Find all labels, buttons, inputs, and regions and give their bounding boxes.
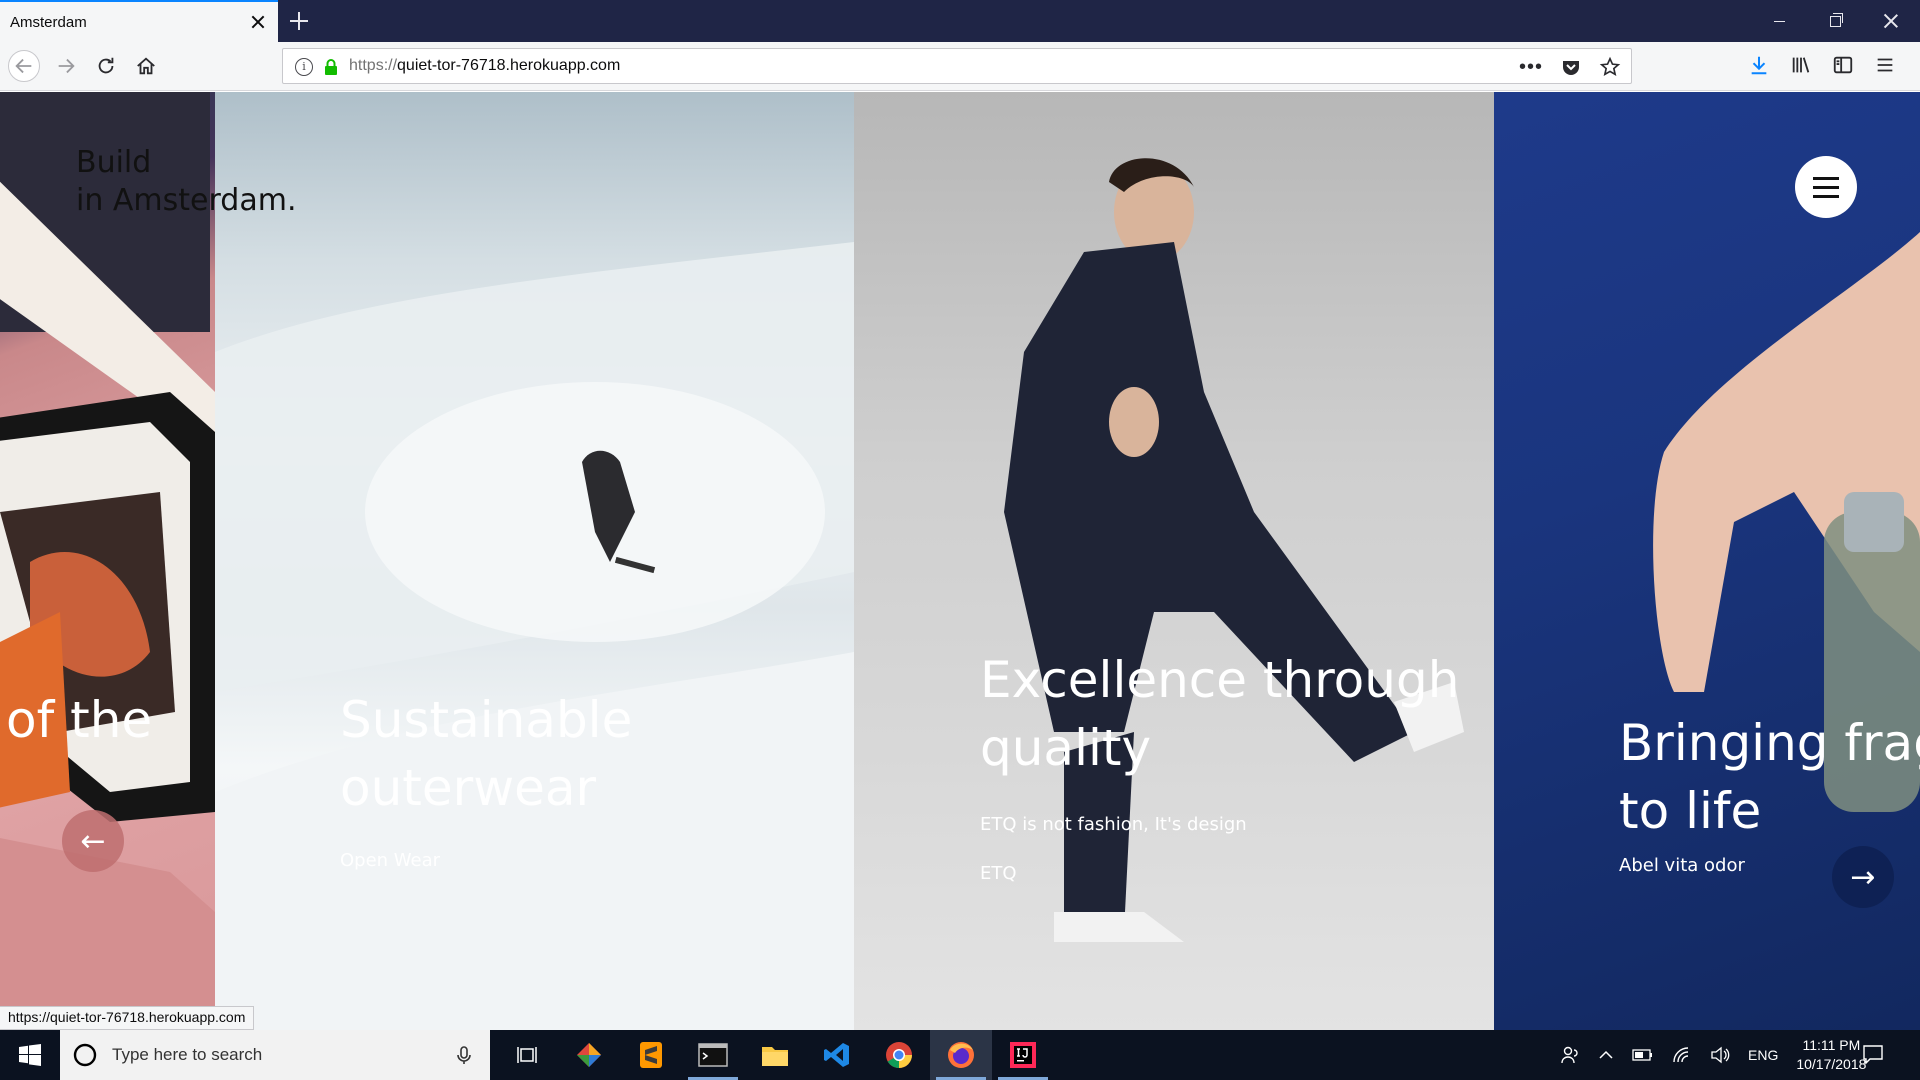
volume-icon[interactable]: [1710, 1046, 1730, 1064]
forward-button[interactable]: [50, 50, 82, 82]
search-placeholder: Type here to search: [112, 1045, 263, 1064]
navigation-toolbar: i https://quiet-tor-76718.herokuapp.com …: [0, 42, 1920, 91]
windows-logo-icon: [19, 1044, 41, 1066]
new-tab-icon[interactable]: [288, 10, 310, 32]
slide-title-line1: Sustainable: [340, 691, 633, 749]
menu-icon-bar: [1813, 194, 1839, 198]
start-button[interactable]: [0, 1030, 60, 1080]
cortana-icon: [73, 1043, 97, 1067]
clock-time: 11:11 PM: [1802, 1037, 1861, 1053]
reload-icon: [98, 57, 114, 74]
menu-icon-bar: [1813, 185, 1839, 189]
chrome-icon: [886, 1042, 912, 1069]
taskbar-app-file-explorer[interactable]: [744, 1030, 806, 1080]
task-view-button[interactable]: [496, 1030, 558, 1080]
model-image: [1004, 158, 1464, 942]
web-page: of the Sustainable outerwear Open Wear E…: [0, 92, 1920, 1030]
home-icon: [137, 57, 155, 75]
taskbar-app-git[interactable]: [558, 1030, 620, 1080]
restore-icon: [1829, 12, 1843, 27]
menu-button[interactable]: [1795, 156, 1857, 218]
slide-title-line1: Bringing frag: [1619, 714, 1920, 772]
logo-line1: Build: [76, 145, 152, 180]
page-actions-icon[interactable]: •••: [1519, 57, 1543, 77]
site-logo[interactable]: Build in Amsterdam.: [76, 144, 296, 220]
url-text: https://quiet-tor-76718.herokuapp.com: [349, 57, 621, 74]
slide-etq[interactable]: Excellence through quality ETQ is not fa…: [854, 92, 1494, 1030]
slide-brand-link[interactable]: ETQ: [980, 863, 1459, 884]
snowboarder-image: [215, 242, 854, 1030]
windows-taskbar: Type here to search ENG 11:11 PM 10/17/2…: [0, 1030, 1920, 1080]
library-icon[interactable]: [1790, 54, 1812, 76]
slide-magazine[interactable]: of the: [0, 92, 215, 1030]
notification-icon[interactable]: [1862, 1043, 1884, 1065]
logo-line2: in Amsterdam.: [76, 183, 297, 218]
close-icon: [1883, 13, 1899, 29]
arrow-right-icon: [58, 58, 75, 74]
reload-button[interactable]: [90, 50, 122, 82]
chevron-up-icon[interactable]: [1598, 1047, 1614, 1063]
lock-icon[interactable]: [321, 57, 341, 77]
minimize-icon: [1773, 20, 1785, 22]
slide-title-line2: to life: [1619, 782, 1762, 840]
tab-close-icon[interactable]: [248, 12, 268, 32]
slide-open-wear[interactable]: Sustainable outerwear Open Wear: [215, 92, 854, 1030]
taskbar-app-vscode[interactable]: [806, 1030, 868, 1080]
task-view-icon: [517, 1047, 537, 1063]
language-indicator[interactable]: ENG: [1748, 1047, 1778, 1063]
microphone-icon[interactable]: [454, 1045, 474, 1065]
close-window-button[interactable]: [1863, 0, 1919, 42]
taskbar-app-intellij[interactable]: [992, 1030, 1054, 1080]
previous-slide-button[interactable]: ←: [62, 810, 124, 872]
slide-title-line2: outerwear: [340, 759, 597, 817]
slide-title-line1: Excellence through: [980, 651, 1460, 709]
clock-date: 10/17/2018: [1796, 1056, 1867, 1072]
taskbar-app-chrome[interactable]: [868, 1030, 930, 1080]
taskbar-app-terminal[interactable]: [682, 1030, 744, 1080]
back-button[interactable]: [8, 50, 40, 82]
git-icon: [577, 1043, 601, 1067]
intellij-icon: [1010, 1042, 1036, 1068]
terminal-icon: [698, 1043, 728, 1067]
home-button[interactable]: [130, 50, 162, 82]
vscode-icon: [824, 1043, 849, 1067]
slide-title: of the: [6, 691, 153, 749]
restore-button[interactable]: [1807, 0, 1863, 42]
tab-strip: Amsterdam: [0, 0, 1920, 42]
status-bar-url: https://quiet-tor-76718.herokuapp.com: [0, 1006, 255, 1030]
pocket-icon[interactable]: [1561, 57, 1581, 77]
folder-icon: [762, 1047, 788, 1066]
url-bar[interactable]: i https://quiet-tor-76718.herokuapp.com …: [282, 48, 1632, 84]
battery-icon[interactable]: [1632, 1048, 1654, 1062]
sublime-icon: [640, 1042, 662, 1068]
tab-title: Amsterdam: [10, 13, 87, 31]
taskbar-app-sublime[interactable]: [620, 1030, 682, 1080]
bookmark-star-icon[interactable]: [1599, 56, 1621, 78]
hamburger-menu-icon[interactable]: [1874, 54, 1896, 76]
slide-title-line2: quality: [980, 719, 1152, 777]
slide-subtitle: ETQ is not fashion, It's design: [980, 814, 1247, 835]
taskbar-search-box[interactable]: Type here to search: [60, 1030, 490, 1080]
slide-brand-link[interactable]: Open Wear: [340, 850, 632, 871]
arrow-left-icon: [15, 58, 32, 74]
minimize-button[interactable]: [1751, 0, 1807, 42]
wifi-icon[interactable]: [1672, 1046, 1692, 1064]
magazine-image: [0, 92, 215, 1030]
clock[interactable]: 11:11 PM 10/17/2018: [1796, 1036, 1866, 1074]
firefox-icon: [948, 1042, 974, 1068]
sidebar-icon[interactable]: [1832, 54, 1854, 76]
info-icon[interactable]: i: [295, 58, 313, 76]
people-icon[interactable]: [1560, 1045, 1580, 1065]
system-tray: ENG 11:11 PM 10/17/2018: [1560, 1030, 1866, 1080]
next-slide-button[interactable]: →: [1832, 846, 1894, 908]
download-icon[interactable]: [1748, 54, 1770, 76]
browser-tab[interactable]: Amsterdam: [0, 0, 278, 42]
menu-icon-bar: [1813, 176, 1839, 180]
taskbar-app-firefox[interactable]: [930, 1030, 992, 1080]
